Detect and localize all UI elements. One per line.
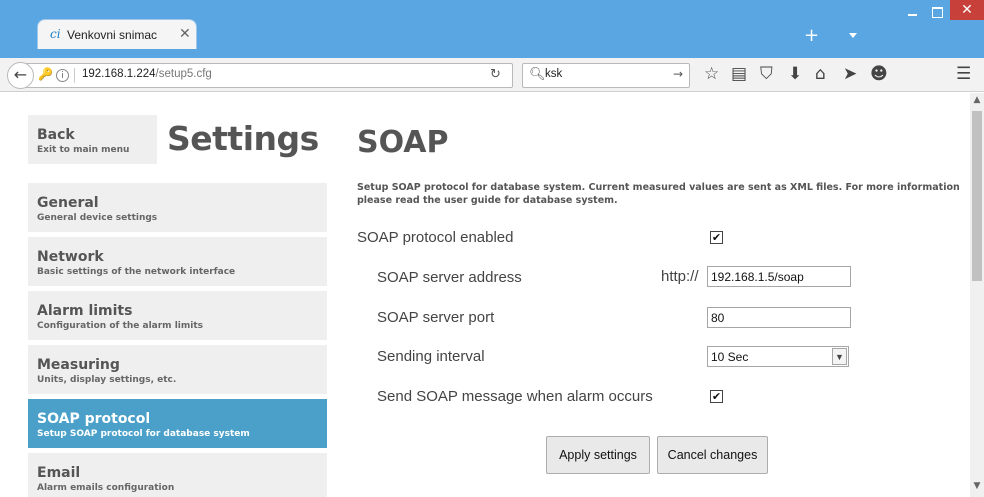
server-port-input[interactable]: 80 (707, 307, 851, 328)
key-icon[interactable]: 🔑 (38, 67, 53, 81)
alarm-message-checkbox[interactable]: ✔ (710, 390, 723, 403)
downloads-icon[interactable]: ⬇ (788, 64, 802, 84)
sidebar-item-title: Email (37, 465, 81, 481)
sending-interval-select[interactable]: 10 Sec ▼ (707, 346, 849, 367)
pocket-icon[interactable]: ⛉ (760, 64, 773, 84)
home-icon[interactable]: ⌂ (815, 64, 826, 84)
server-port-label: SOAP server port (377, 309, 495, 326)
sending-interval-value: 10 Sec (711, 350, 749, 364)
back-button[interactable]: Back Exit to main menu (28, 115, 157, 164)
sidebar-item-subtitle: Alarm emails configuration (37, 483, 175, 493)
scroll-down-arrow-icon[interactable]: ▼ (970, 481, 984, 491)
reading-list-icon[interactable]: ▤ (731, 64, 747, 84)
sidebar-item-alarm-limits[interactable]: Alarm limits Configuration of the alarm … (28, 291, 327, 340)
sidebar-item-subtitle: Units, display settings, etc. (37, 375, 177, 385)
reload-icon[interactable]: ↻ (490, 67, 501, 82)
sidebar-item-general[interactable]: General General device settings (28, 183, 327, 232)
info-icon[interactable]: i (56, 69, 69, 82)
url-text[interactable]: 192.168.1.224/setup5.cfg (82, 68, 212, 80)
sidebar-item-title: Measuring (37, 357, 120, 373)
scroll-thumb[interactable] (972, 111, 982, 281)
bookmark-star-icon[interactable]: ☆ (704, 64, 719, 84)
send-icon[interactable]: ➤ (843, 64, 857, 84)
url-path: /setup5.cfg (155, 68, 212, 80)
settings-heading: Settings (167, 119, 319, 158)
sidebar-item-subtitle: Setup SOAP protocol for database system (37, 429, 250, 439)
sidebar-item-email[interactable]: Email Alarm emails configuration (28, 453, 327, 497)
url-host: 192.168.1.224 (82, 68, 156, 80)
back-title: Back (37, 127, 75, 143)
search-bar[interactable]: 🔍︎ ksk → (522, 63, 690, 88)
sidebar-item-network[interactable]: Network Basic settings of the network in… (28, 237, 327, 286)
page-content: Back Exit to main menu Settings General … (0, 93, 970, 497)
sending-interval-label: Sending interval (377, 348, 485, 365)
page-title: SOAP (357, 125, 449, 160)
window-maximize-button[interactable] (925, 3, 949, 21)
server-address-prefix: http:// (661, 268, 699, 285)
sidebar-item-subtitle: General device settings (37, 213, 158, 223)
alarm-message-label: Send SOAP message when alarm occurs (377, 388, 653, 405)
sidebar-item-subtitle: Basic settings of the network interface (37, 267, 236, 277)
navigation-toolbar: 🔑 i 192.168.1.224/setup5.cfg ↻ 🔍︎ ksk → (0, 58, 984, 92)
url-bar[interactable]: 🔑 i 192.168.1.224/setup5.cfg ↻ (23, 63, 513, 88)
soap-enabled-checkbox[interactable]: ✔ (710, 231, 723, 244)
cancel-changes-button[interactable]: Cancel changes (657, 436, 768, 474)
sidebar-item-subtitle: Configuration of the alarm limits (37, 321, 203, 331)
tab-list-chevron-icon[interactable] (849, 33, 857, 38)
search-input[interactable]: ksk (545, 68, 562, 80)
browser-tab[interactable]: ci Venkovni snimac ✕ (37, 19, 197, 49)
sidebar-item-soap-protocol[interactable]: SOAP protocol Setup SOAP protocol for da… (28, 399, 327, 448)
window-minimize-button[interactable] (900, 3, 924, 21)
scroll-up-arrow-icon[interactable]: ▲ (970, 95, 984, 105)
site-favicon-icon: ci (50, 27, 61, 41)
tab-close-icon[interactable]: ✕ (179, 26, 191, 42)
soap-enabled-label: SOAP protocol enabled (357, 229, 514, 246)
sidebar-item-title: SOAP protocol (37, 411, 151, 427)
window-titlebar: ci Venkovni snimac ✕ + ✕ (0, 0, 984, 58)
url-separator (74, 68, 75, 83)
sidebar-item-title: General (37, 195, 99, 211)
chat-icon[interactable]: ☻ (870, 64, 888, 84)
hamburger-menu-icon[interactable]: ☰ (956, 64, 971, 84)
sidebar-item-title: Alarm limits (37, 303, 133, 319)
tab-title: Venkovni snimac (67, 28, 158, 42)
back-arrow-icon[interactable]: ← (7, 62, 34, 89)
search-icon: 🔍︎ (529, 67, 546, 82)
search-go-arrow-icon[interactable]: → (673, 67, 683, 81)
page-description: Setup SOAP protocol for database system.… (357, 182, 960, 206)
sidebar-item-title: Network (37, 249, 104, 265)
chevron-down-icon[interactable]: ▼ (832, 348, 847, 365)
sidebar-item-measuring[interactable]: Measuring Units, display settings, etc. (28, 345, 327, 394)
window-close-button[interactable]: ✕ (950, 0, 984, 20)
new-tab-icon[interactable]: + (804, 27, 819, 45)
apply-settings-button[interactable]: Apply settings (546, 436, 650, 474)
server-address-label: SOAP server address (377, 269, 522, 286)
vertical-scrollbar[interactable]: ▲ ▼ (970, 93, 984, 497)
back-subtitle: Exit to main menu (37, 145, 130, 155)
server-address-input[interactable]: 192.168.1.5/soap (707, 266, 851, 287)
